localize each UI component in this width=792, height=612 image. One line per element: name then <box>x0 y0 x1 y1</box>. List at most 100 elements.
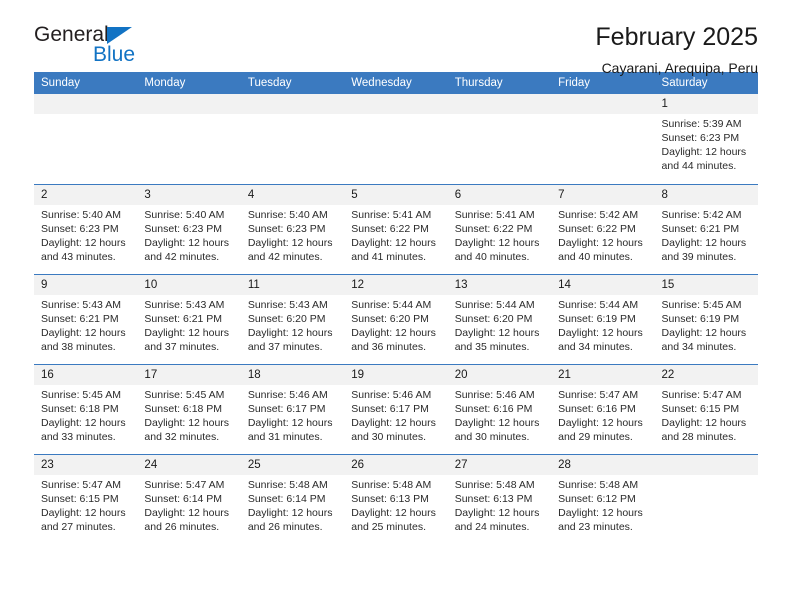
calendar-day-cell[interactable]: 22 Sunrise: 5:47 AM Sunset: 6:15 PM Dayligh… <box>654 363 758 454</box>
calendar-day-cell[interactable]: 18 Sunrise: 5:46 AM Sunset: 6:17 PM Dayligh… <box>240 363 345 454</box>
daylight-duration-line2: and 36 minutes. <box>351 340 426 353</box>
calendar-body: 1 Sunrise: 5:39 AM Sunset: 6:23 PM Daylight… <box>34 94 758 544</box>
day-number: 9 <box>34 274 138 295</box>
page-subtitle: Cayarani, Arequipa, Peru <box>601 60 758 76</box>
daylight-duration-line2: and 39 minutes. <box>661 250 737 263</box>
day-number: 5 <box>344 184 448 205</box>
calendar-day-cell[interactable]: 1 Sunrise: 5:39 AM Sunset: 6:23 PM Daylight… <box>654 94 758 184</box>
calendar-day-cell[interactable]: 7 Sunrise: 5:42 AM Sunset: 6:22 PM Daylight… <box>551 183 655 274</box>
calendar-day-cell[interactable]: 28 Sunrise: 5:48 AM Sunset: 6:12 PM Dayligh… <box>551 453 655 544</box>
day-number: 12 <box>344 274 448 295</box>
daylight-duration-line2: and 34 minutes. <box>661 340 737 353</box>
sunset-time: Sunset: 6:16 PM <box>558 402 636 415</box>
calendar-week-row: 23 Sunrise: 5:47 AM Sunset: 6:15 PM Dayligh… <box>34 453 758 544</box>
calendar-day-cell[interactable]: 10 Sunrise: 5:43 AM Sunset: 6:21 PM Dayligh… <box>137 273 241 364</box>
sunrise-time: Sunrise: 5:42 AM <box>558 208 639 221</box>
day-number: 14 <box>551 274 655 295</box>
calendar-day-cell[interactable]: 17 Sunrise: 5:45 AM Sunset: 6:18 PM Dayligh… <box>137 363 241 454</box>
sunset-time: Sunset: 6:17 PM <box>247 402 326 415</box>
sunrise-time: Sunrise: 5:46 AM <box>454 388 535 401</box>
sunrise-time: Sunrise: 5:47 AM <box>661 388 742 401</box>
calendar-day-cell[interactable]: 8 Sunrise: 5:42 AM Sunset: 6:21 PM Daylight… <box>654 183 758 274</box>
day-sun-details: Sunrise: 5:43 AM Sunset: 6:21 PM Daylight:… <box>137 295 240 354</box>
day-cell-inner: 2 Sunrise: 5:40 AM Sunset: 6:23 PM Daylight… <box>34 184 138 274</box>
calendar-day-cell[interactable]: 15 Sunrise: 5:45 AM Sunset: 6:19 PM Dayligh… <box>654 273 758 364</box>
sunset-time: Sunset: 6:21 PM <box>661 222 740 235</box>
daylight-duration-line1: Daylight: 12 hours <box>661 236 747 249</box>
day-number: 4 <box>240 184 345 205</box>
sunrise-time: Sunrise: 5:44 AM <box>558 298 639 311</box>
day-sun-details: Sunrise: 5:44 AM Sunset: 6:20 PM Daylight:… <box>448 295 551 354</box>
sunset-time: Sunset: 6:22 PM <box>558 222 636 235</box>
day-number <box>654 454 758 475</box>
calendar-day-cell[interactable]: 2 Sunrise: 5:40 AM Sunset: 6:23 PM Daylight… <box>34 183 138 274</box>
calendar-day-cell[interactable]: 5 Sunrise: 5:41 AM Sunset: 6:22 PM Daylight… <box>344 183 448 274</box>
day-number: 10 <box>137 274 241 295</box>
daylight-duration-line2: and 28 minutes. <box>661 430 737 443</box>
day-number <box>240 94 345 114</box>
calendar-day-cell[interactable]: 21 Sunrise: 5:47 AM Sunset: 6:16 PM Dayligh… <box>551 363 655 454</box>
daylight-duration-line2: and 43 minutes. <box>41 250 116 263</box>
calendar-grid: Sunday Monday Tuesday Wednesday Thursday… <box>34 72 758 544</box>
day-number <box>34 94 138 114</box>
page-title: February 2025 <box>595 23 758 51</box>
calendar-day-cell[interactable]: 9 Sunrise: 5:43 AM Sunset: 6:21 PM Daylight… <box>34 273 138 364</box>
daylight-duration-line1: Daylight: 12 hours <box>144 416 230 429</box>
daylight-duration-line2: and 37 minutes. <box>144 340 220 353</box>
calendar-day-cell[interactable]: 19 Sunrise: 5:46 AM Sunset: 6:17 PM Dayligh… <box>344 363 448 454</box>
daylight-duration-line2: and 29 minutes. <box>558 430 633 443</box>
calendar-day-cell[interactable]: 16 Sunrise: 5:45 AM Sunset: 6:18 PM Dayligh… <box>34 363 138 454</box>
calendar-day-cell[interactable]: 14 Sunrise: 5:44 AM Sunset: 6:19 PM Dayligh… <box>551 273 655 364</box>
calendar-day-cell[interactable]: 25 Sunrise: 5:48 AM Sunset: 6:14 PM Dayligh… <box>240 453 345 544</box>
day-sun-details: Sunrise: 5:40 AM Sunset: 6:23 PM Daylight:… <box>137 205 240 264</box>
day-number: 22 <box>654 364 758 385</box>
day-sun-details: Sunrise: 5:45 AM Sunset: 6:19 PM Daylight:… <box>655 295 758 354</box>
calendar-day-cell[interactable]: 6 Sunrise: 5:41 AM Sunset: 6:22 PM Daylight… <box>447 183 552 274</box>
daylight-duration-line2: and 30 minutes. <box>351 430 426 443</box>
calendar-day-cell[interactable]: 4 Sunrise: 5:40 AM Sunset: 6:23 PM Daylight… <box>240 183 345 274</box>
sunset-time: Sunset: 6:17 PM <box>351 402 429 415</box>
sunset-time: Sunset: 6:21 PM <box>41 312 119 325</box>
sunrise-time: Sunrise: 5:45 AM <box>41 388 121 401</box>
day-number: 24 <box>137 454 241 475</box>
calendar-cell-empty <box>34 94 138 184</box>
day-cell-inner <box>137 94 241 184</box>
sunset-time: Sunset: 6:16 PM <box>454 402 533 415</box>
weekday-header-tuesday: Tuesday <box>240 72 345 94</box>
sunrise-time: Sunrise: 5:48 AM <box>454 478 535 491</box>
sunrise-time: Sunrise: 5:46 AM <box>351 388 432 401</box>
daylight-duration-line1: Daylight: 12 hours <box>247 506 333 519</box>
day-sun-details: Sunrise: 5:47 AM Sunset: 6:14 PM Daylight:… <box>137 475 240 534</box>
logo-word-blue: Blue <box>93 43 136 66</box>
calendar-day-cell[interactable]: 12 Sunrise: 5:44 AM Sunset: 6:20 PM Dayligh… <box>344 273 448 364</box>
sunset-time: Sunset: 6:19 PM <box>558 312 636 325</box>
calendar-day-cell[interactable]: 11 Sunrise: 5:43 AM Sunset: 6:20 PM Dayligh… <box>240 273 345 364</box>
calendar-day-cell[interactable]: 13 Sunrise: 5:44 AM Sunset: 6:20 PM Dayligh… <box>447 273 552 364</box>
calendar-day-cell[interactable]: 23 Sunrise: 5:47 AM Sunset: 6:15 PM Dayligh… <box>34 453 138 544</box>
daylight-duration-line1: Daylight: 12 hours <box>454 416 540 429</box>
day-cell-inner <box>551 94 655 184</box>
day-sun-details: Sunrise: 5:40 AM Sunset: 6:23 PM Daylight:… <box>241 205 344 264</box>
calendar-day-cell[interactable]: 27 Sunrise: 5:48 AM Sunset: 6:13 PM Dayligh… <box>447 453 552 544</box>
calendar-day-cell[interactable]: 26 Sunrise: 5:48 AM Sunset: 6:13 PM Dayligh… <box>344 453 448 544</box>
day-cell-inner <box>447 94 552 184</box>
sunrise-time: Sunrise: 5:40 AM <box>247 208 328 221</box>
day-number: 6 <box>447 184 552 205</box>
day-number: 18 <box>240 364 345 385</box>
day-sun-details: Sunrise: 5:48 AM Sunset: 6:14 PM Daylight:… <box>241 475 344 534</box>
calendar-day-cell[interactable]: 3 Sunrise: 5:40 AM Sunset: 6:23 PM Daylight… <box>137 183 241 274</box>
sunrise-time: Sunrise: 5:43 AM <box>41 298 121 311</box>
daylight-duration-line2: and 24 minutes. <box>454 520 530 533</box>
day-sun-details: Sunrise: 5:43 AM Sunset: 6:20 PM Daylight:… <box>241 295 344 354</box>
calendar-day-cell[interactable]: 20 Sunrise: 5:46 AM Sunset: 6:16 PM Dayligh… <box>447 363 552 454</box>
daylight-duration-line1: Daylight: 12 hours <box>41 326 126 339</box>
calendar-day-cell[interactable]: 24 Sunrise: 5:47 AM Sunset: 6:14 PM Dayligh… <box>137 453 241 544</box>
generalblue-logo[interactable]: General Blue <box>34 22 184 66</box>
calendar-week-row: 16 Sunrise: 5:45 AM Sunset: 6:18 PM Dayligh… <box>34 363 758 454</box>
daylight-duration-line1: Daylight: 12 hours <box>41 416 126 429</box>
weekday-header-wednesday: Wednesday <box>344 72 448 94</box>
sunset-time: Sunset: 6:23 PM <box>661 132 740 144</box>
day-number: 1 <box>654 94 758 114</box>
day-cell-inner: 9 Sunrise: 5:43 AM Sunset: 6:21 PM Daylight… <box>34 274 138 364</box>
sunset-time: Sunset: 6:14 PM <box>144 492 223 505</box>
